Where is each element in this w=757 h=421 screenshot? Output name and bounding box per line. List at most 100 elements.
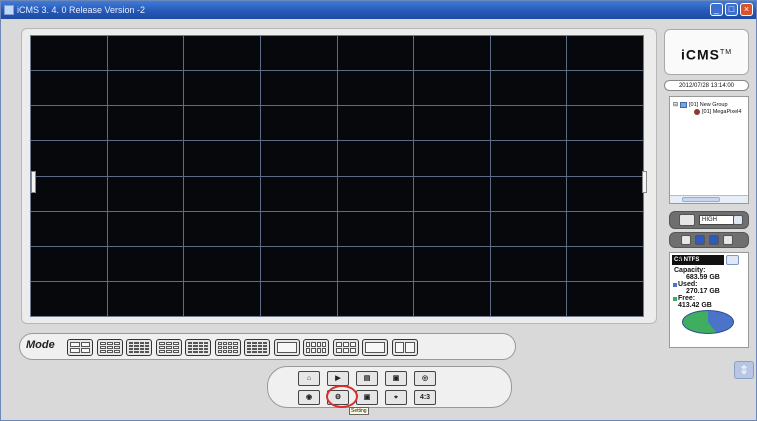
video-cell[interactable] bbox=[31, 246, 107, 281]
video-cell[interactable] bbox=[260, 106, 337, 141]
layout-single-button[interactable] bbox=[273, 339, 300, 356]
video-cell[interactable] bbox=[567, 106, 643, 141]
video-cell[interactable] bbox=[414, 36, 490, 71]
record-button[interactable]: ◉ bbox=[298, 390, 320, 405]
drive-dropdown-icon[interactable] bbox=[726, 255, 739, 265]
video-cell[interactable] bbox=[31, 71, 107, 106]
aspect-ratio-button[interactable]: 4:3 bbox=[414, 390, 436, 405]
right-collapse-handle[interactable] bbox=[642, 171, 647, 193]
network-button[interactable]: ◎ bbox=[414, 371, 436, 386]
tree-group[interactable]: ⊟ [01] New Group bbox=[673, 101, 728, 108]
close-button[interactable]: × bbox=[740, 3, 753, 16]
quality-dropdown-icon[interactable] bbox=[733, 215, 743, 225]
layout-1plus7-button[interactable] bbox=[185, 339, 211, 356]
video-cell[interactable] bbox=[414, 211, 490, 246]
maximize-button[interactable]: □ bbox=[725, 3, 738, 16]
video-cell[interactable] bbox=[260, 246, 337, 281]
audio-icon[interactable] bbox=[681, 235, 691, 245]
layout-fullscreen-button[interactable] bbox=[362, 339, 388, 356]
video-cell[interactable] bbox=[337, 281, 414, 316]
video-cell[interactable] bbox=[260, 211, 337, 246]
ptz-zoom-icon[interactable] bbox=[723, 235, 733, 245]
video-cell[interactable] bbox=[107, 106, 184, 141]
video-cell[interactable] bbox=[184, 281, 260, 316]
tree-device[interactable]: [01] MegaPixel4 bbox=[694, 109, 741, 115]
layout-3x3-button[interactable] bbox=[96, 339, 123, 356]
layout-sequence-button[interactable] bbox=[391, 339, 418, 356]
video-cell[interactable] bbox=[414, 71, 490, 106]
video-cell[interactable] bbox=[337, 211, 414, 246]
video-cell[interactable] bbox=[337, 176, 414, 211]
video-cell[interactable] bbox=[107, 211, 184, 246]
layout-2x4-button[interactable] bbox=[303, 339, 329, 356]
video-cell[interactable] bbox=[260, 141, 337, 176]
layout-4x4-button[interactable] bbox=[126, 339, 152, 356]
video-cell[interactable] bbox=[107, 176, 184, 211]
left-collapse-handle[interactable] bbox=[31, 171, 36, 193]
video-cell[interactable] bbox=[184, 71, 260, 106]
layout-1plus5-button[interactable] bbox=[155, 339, 182, 356]
video-cell[interactable] bbox=[414, 281, 490, 316]
video-cell[interactable] bbox=[260, 281, 337, 316]
video-cell[interactable] bbox=[31, 106, 107, 141]
ptz-right-icon[interactable] bbox=[709, 235, 719, 245]
video-cell[interactable] bbox=[184, 106, 260, 141]
video-cell[interactable] bbox=[490, 246, 567, 281]
video-cell[interactable] bbox=[31, 211, 107, 246]
video-cell[interactable] bbox=[337, 141, 414, 176]
video-cell[interactable] bbox=[414, 106, 490, 141]
minimize-button[interactable]: _ bbox=[710, 3, 723, 16]
video-cell[interactable] bbox=[567, 141, 643, 176]
video-cell[interactable] bbox=[567, 36, 643, 71]
video-cell[interactable] bbox=[567, 71, 643, 106]
video-cell[interactable] bbox=[337, 71, 414, 106]
camera-config-button[interactable]: ▣ bbox=[356, 390, 378, 405]
video-cell[interactable] bbox=[490, 36, 567, 71]
stream-icon[interactable] bbox=[679, 214, 695, 226]
device-tree[interactable]: ⊟ [01] New Group [01] MegaPixel4 bbox=[669, 96, 749, 204]
video-cell[interactable] bbox=[184, 176, 260, 211]
video-cell[interactable] bbox=[184, 246, 260, 281]
side-panel-icon[interactable]: ⇕ bbox=[734, 361, 754, 379]
video-cell[interactable] bbox=[260, 176, 337, 211]
video-cell[interactable] bbox=[184, 141, 260, 176]
lock-button[interactable]: ⌖ bbox=[385, 390, 407, 405]
video-cell[interactable] bbox=[107, 36, 184, 71]
video-cell[interactable] bbox=[567, 281, 643, 316]
video-cell[interactable] bbox=[490, 211, 567, 246]
quality-select[interactable]: HIGH bbox=[699, 215, 737, 225]
ptz-left-icon[interactable] bbox=[695, 235, 705, 245]
layout-1plus9-button[interactable] bbox=[214, 339, 241, 356]
video-cell[interactable] bbox=[490, 176, 567, 211]
video-cell[interactable] bbox=[260, 36, 337, 71]
video-cell[interactable] bbox=[414, 246, 490, 281]
camera-add-button[interactable]: ▣ bbox=[385, 371, 407, 386]
video-cell[interactable] bbox=[490, 71, 567, 106]
video-cell[interactable] bbox=[260, 71, 337, 106]
video-cell[interactable] bbox=[414, 176, 490, 211]
video-cell[interactable] bbox=[107, 281, 184, 316]
snapshot-button[interactable]: ⌂ bbox=[298, 371, 320, 386]
video-cell[interactable] bbox=[567, 211, 643, 246]
video-cell[interactable] bbox=[337, 36, 414, 71]
video-cell[interactable] bbox=[107, 246, 184, 281]
scroll-thumb[interactable] bbox=[682, 197, 720, 202]
video-cell[interactable] bbox=[31, 141, 107, 176]
tree-scrollbar[interactable] bbox=[670, 195, 748, 203]
video-cell[interactable] bbox=[184, 211, 260, 246]
layout-custom-button[interactable] bbox=[332, 339, 359, 356]
video-cell[interactable] bbox=[337, 106, 414, 141]
video-cell[interactable] bbox=[414, 141, 490, 176]
video-cell[interactable] bbox=[490, 106, 567, 141]
title-bar[interactable]: iCMS 3. 4. 0 Release Version -2 _ □ × bbox=[1, 1, 756, 19]
video-cell[interactable] bbox=[184, 36, 260, 71]
video-cell[interactable] bbox=[490, 141, 567, 176]
video-cell[interactable] bbox=[567, 176, 643, 211]
video-cell[interactable] bbox=[31, 36, 107, 71]
drive-select[interactable]: C:\ NTFS bbox=[672, 255, 724, 265]
video-cell[interactable] bbox=[337, 246, 414, 281]
layout-1plus12-button[interactable] bbox=[244, 339, 270, 356]
video-cell[interactable] bbox=[567, 246, 643, 281]
expand-icon[interactable]: ⊟ bbox=[673, 101, 678, 108]
video-cell[interactable] bbox=[107, 71, 184, 106]
